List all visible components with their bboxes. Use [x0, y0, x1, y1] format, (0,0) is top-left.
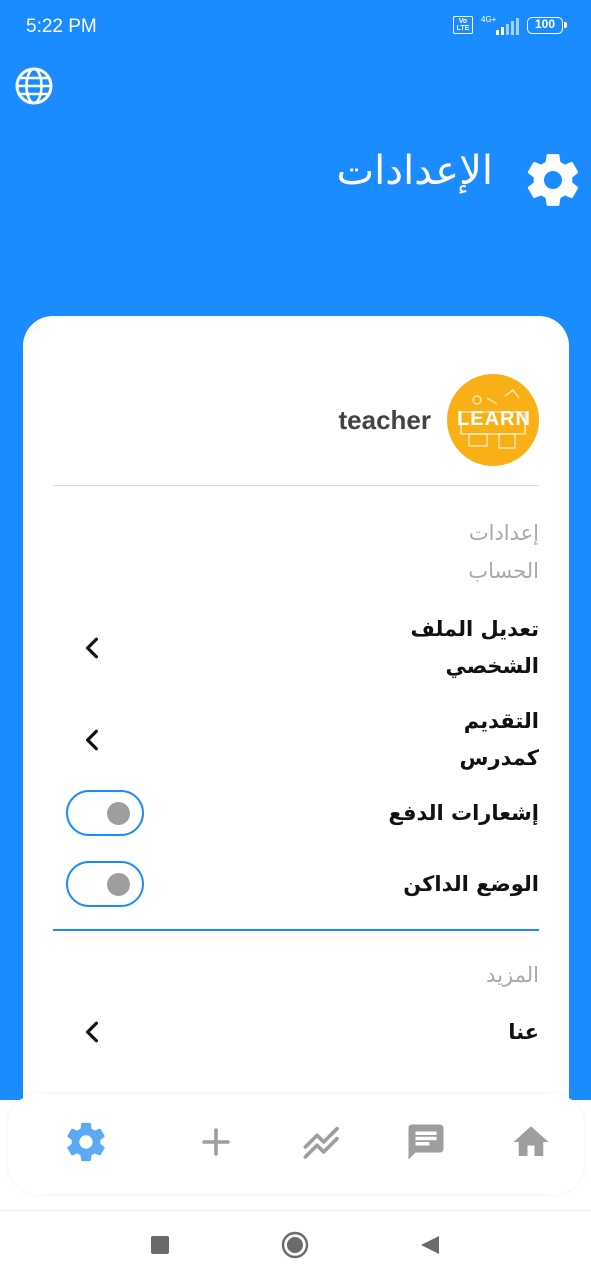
- battery-icon: 100: [527, 16, 567, 34]
- dark-mode-toggle[interactable]: [66, 861, 144, 907]
- network-type: 4G+: [481, 15, 497, 24]
- nav-add-button[interactable]: [190, 1116, 242, 1168]
- chat-icon: [408, 1124, 444, 1160]
- system-navigation-bar: [0, 1210, 591, 1280]
- push-notifications-toggle[interactable]: [66, 790, 144, 836]
- avatar-logo-text: LEARN: [457, 408, 531, 430]
- plus-icon: [202, 1128, 230, 1156]
- nav-messages-button[interactable]: [400, 1116, 452, 1168]
- chevron-left-icon: [86, 729, 98, 751]
- status-bar: 5:22 PM Vo LTE 4G+ 100: [0, 0, 591, 56]
- toggle-knob: [107, 873, 130, 896]
- page-title: الإعدادات: [336, 148, 493, 194]
- section-divider: [53, 929, 539, 931]
- back-button[interactable]: [419, 1234, 441, 1260]
- section-label-more: المزيد: [486, 963, 539, 987]
- settings-item-push-notifications: إشعارات الدفع: [53, 789, 539, 837]
- settings-item-label: تعديل الملف الشخصي: [410, 617, 539, 678]
- avatar: LEARN: [447, 374, 539, 466]
- settings-item-about[interactable]: عنا: [53, 1012, 539, 1052]
- home-icon: [513, 1126, 549, 1156]
- profile-username: teacher: [338, 404, 432, 435]
- nav-settings-button[interactable]: [60, 1116, 112, 1168]
- signal-icon: 4G+: [481, 15, 519, 35]
- status-time: 5:22 PM: [26, 16, 97, 37]
- trending-icon: [303, 1126, 339, 1159]
- gear-icon: [522, 149, 584, 211]
- back-triangle-icon: [421, 1236, 439, 1254]
- settings-item-edit-profile[interactable]: تعديل الملف الشخصي: [53, 609, 539, 687]
- toggle-knob: [107, 802, 130, 825]
- settings-item-label: الوضع الداكن: [403, 871, 539, 896]
- settings-item-label: التقديم كمدرس: [459, 709, 540, 770]
- volte-icon: Vo LTE: [453, 16, 473, 34]
- nav-stats-button[interactable]: [296, 1116, 348, 1168]
- home-system-button[interactable]: [281, 1231, 309, 1263]
- settings-item-label: عنا: [508, 1019, 539, 1044]
- profile-header[interactable]: teacher LEARN: [338, 374, 539, 466]
- section-label-account: إعدادات الحساب: [468, 521, 539, 583]
- divider: [53, 485, 539, 486]
- bottom-navigation: [8, 1094, 584, 1194]
- globe-icon[interactable]: [14, 66, 54, 106]
- battery-level: 100: [534, 16, 556, 31]
- chevron-left-icon: [86, 637, 98, 659]
- recents-button[interactable]: [150, 1235, 170, 1259]
- chevron-left-icon: [86, 1021, 98, 1043]
- settings-item-label: إشعارات الدفع: [388, 800, 539, 825]
- circle-icon: [281, 1231, 309, 1259]
- settings-item-dark-mode: الوضع الداكن: [53, 860, 539, 908]
- settings-item-apply-teacher[interactable]: التقديم كمدرس: [53, 701, 539, 779]
- square-icon: [151, 1236, 169, 1254]
- settings-card: teacher LEARN إعدادات الحساب تعديل الملف…: [23, 316, 569, 1116]
- nav-home-button[interactable]: [505, 1116, 557, 1168]
- status-icons: Vo LTE 4G+ 100: [453, 15, 567, 35]
- gear-icon: [67, 1122, 105, 1162]
